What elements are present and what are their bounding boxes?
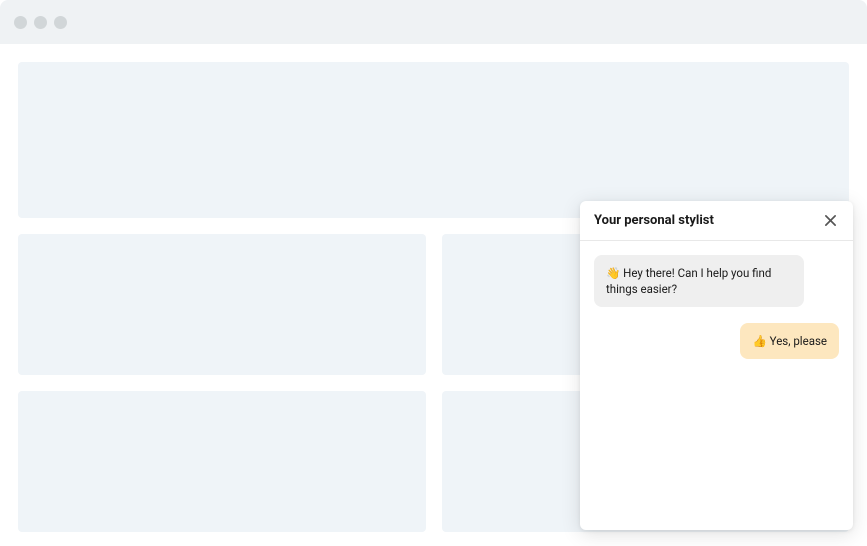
chat-title: Your personal stylist (594, 213, 714, 228)
chat-widget: Your personal stylist 👋 Hey there! Can I… (580, 201, 853, 530)
window-control-maximize[interactable] (54, 16, 67, 29)
chat-close-button[interactable] (821, 212, 839, 230)
window-control-minimize[interactable] (34, 16, 47, 29)
chat-message-incoming: 👋 Hey there! Can I help you find things … (594, 255, 804, 307)
chat-message-outgoing: 👍 Yes, please (740, 323, 839, 359)
chat-body: 👋 Hey there! Can I help you find things … (580, 241, 853, 530)
hero-placeholder (18, 62, 849, 218)
close-icon (824, 214, 837, 227)
chat-header: Your personal stylist (580, 201, 853, 241)
content-card (18, 391, 426, 532)
content-card (18, 234, 426, 375)
browser-window: Your personal stylist 👋 Hey there! Can I… (0, 0, 867, 546)
window-control-close[interactable] (14, 16, 27, 29)
browser-titlebar (0, 0, 867, 44)
